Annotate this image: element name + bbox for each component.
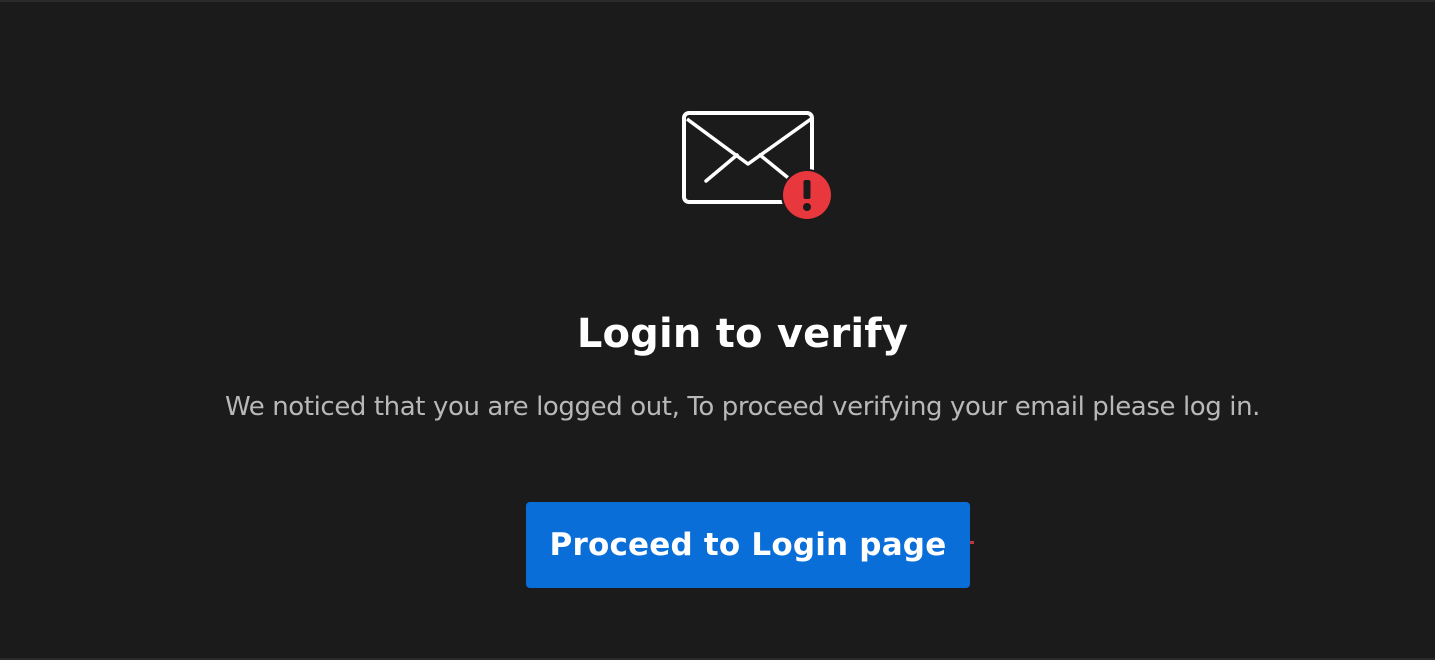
verify-email-page: Login to verify We noticed that you are … [0, 0, 1435, 660]
mail-alert-icon [680, 108, 836, 226]
alert-badge-icon [781, 169, 833, 221]
page-title: Login to verify [576, 311, 909, 357]
info-message: We noticed that you are logged out, To p… [224, 392, 1261, 422]
proceed-to-login-button[interactable]: Proceed to Login page [526, 502, 970, 588]
decorative-mark [970, 541, 974, 544]
